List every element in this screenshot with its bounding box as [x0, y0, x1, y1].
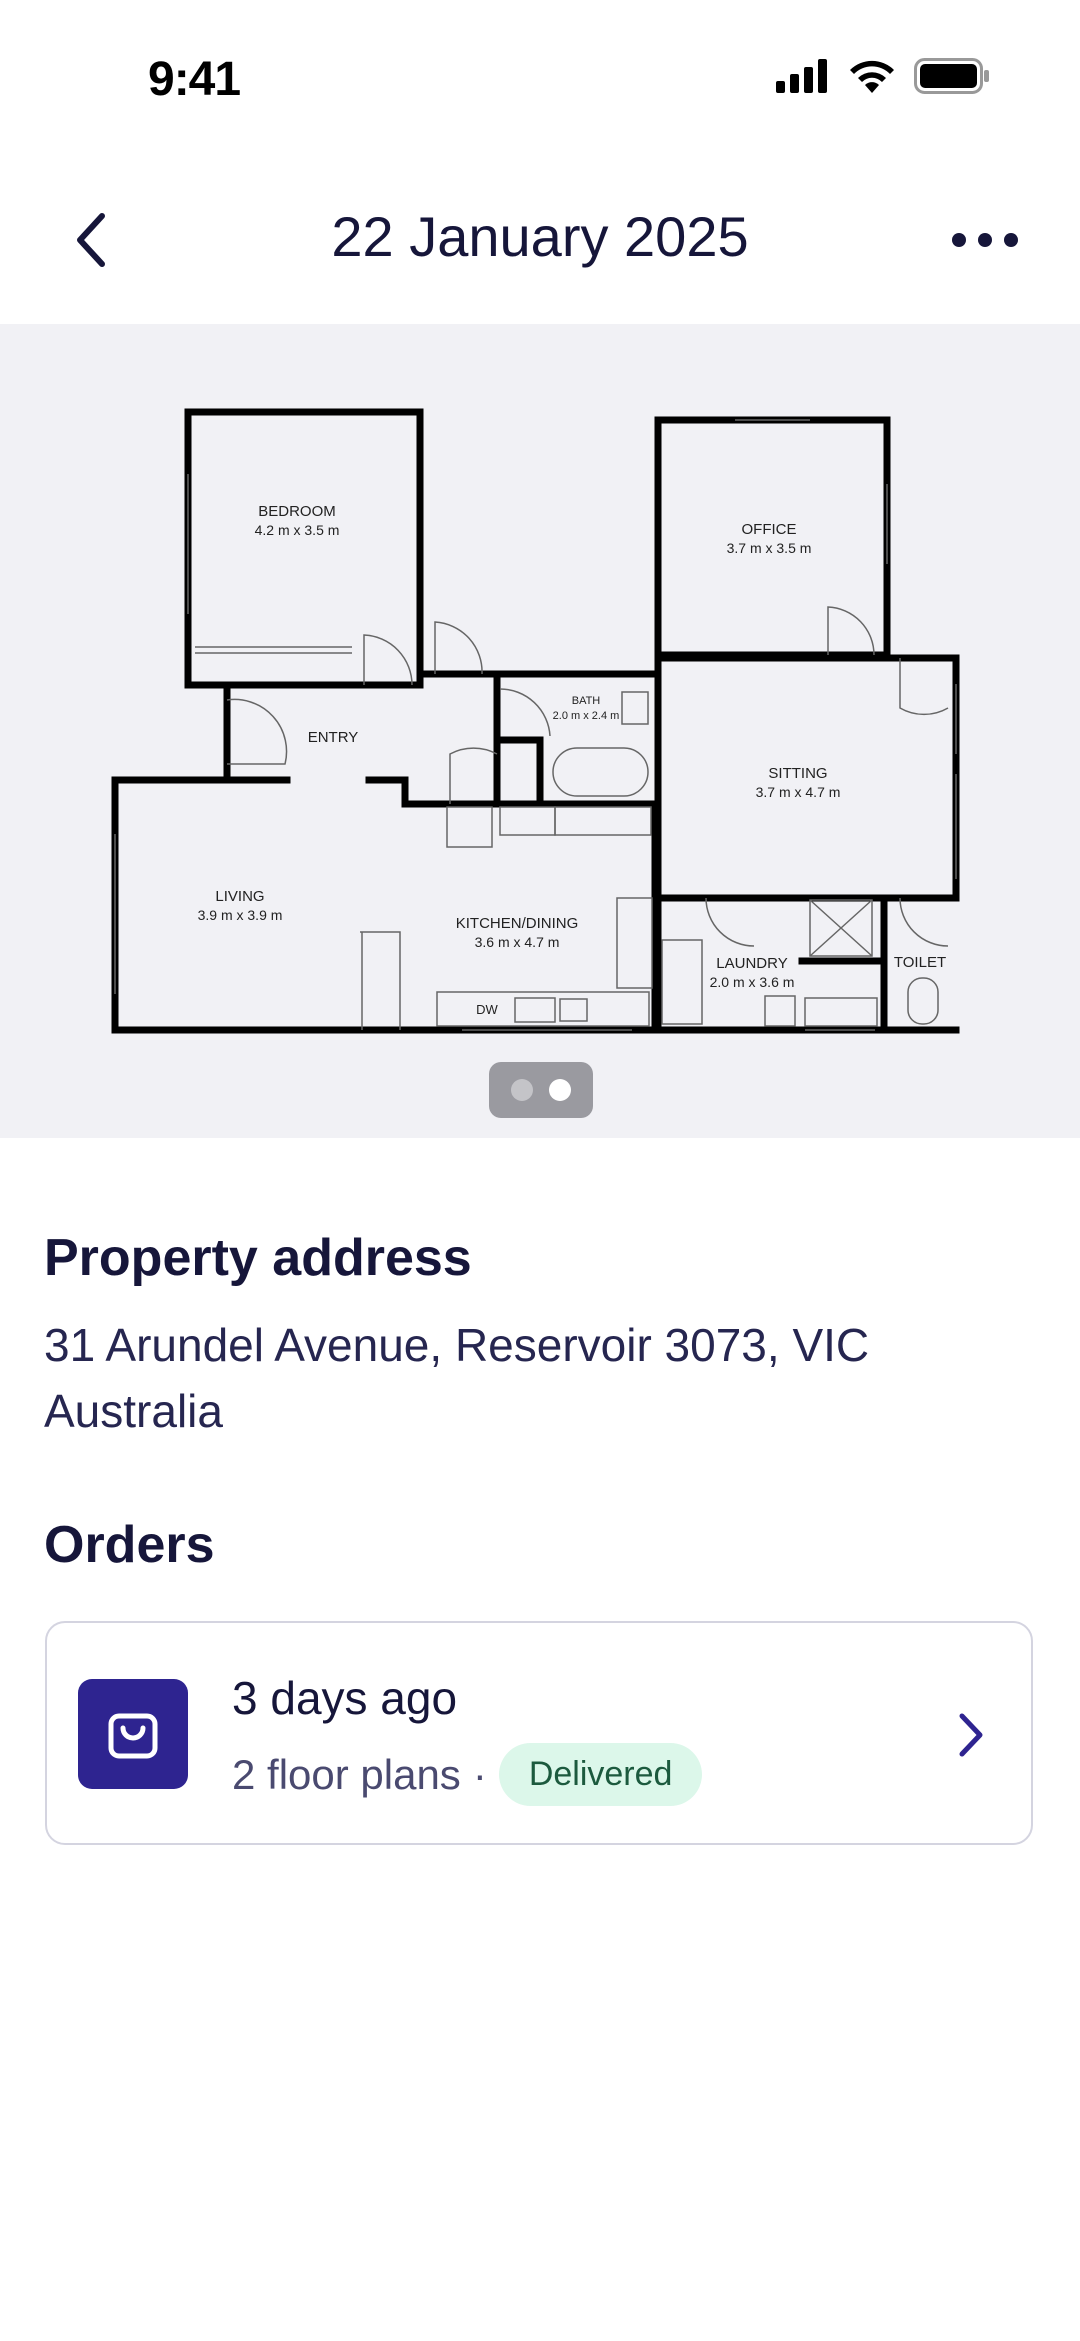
room-size-office: 3.7 m x 3.5 m [727, 540, 812, 556]
room-size-living: 3.9 m x 3.9 m [198, 907, 283, 923]
page-title: 22 January 2025 [331, 205, 749, 268]
room-label-laundry: LAUNDRY [716, 955, 787, 972]
floor-plan-carousel[interactable]: BEDROOM 4.2 m x 3.5 m OFFICE 3.7 m x 3.5… [0, 324, 1080, 1138]
room-label-sitting: SITTING [768, 765, 827, 782]
shopping-bag-icon [108, 1713, 158, 1759]
room-size-bedroom: 4.2 m x 3.5 m [255, 522, 340, 538]
bedroom-walls [184, 408, 424, 689]
room-label-bedroom: BEDROOM [258, 503, 336, 520]
status-badge: Delivered [498, 1743, 703, 1806]
property-address-heading: Property address [44, 1229, 472, 1287]
more-horizontal-icon [952, 233, 1018, 247]
carousel-page-indicator[interactable] [489, 1062, 593, 1118]
more-options-button[interactable] [940, 200, 1030, 280]
room-size-kitchen-dining: 3.6 m x 4.7 m [475, 934, 560, 950]
cellular-signal-icon [776, 59, 827, 93]
status-bar: 9:41 [0, 0, 1080, 160]
navigation-bar: 22 January 2025 [0, 180, 1080, 300]
room-label-office: OFFICE [742, 521, 797, 538]
page-dot-2-active[interactable] [549, 1079, 571, 1101]
chevron-right-icon [959, 1713, 983, 1757]
status-icons [776, 58, 990, 94]
bath-walls [493, 670, 544, 808]
order-date: 3 days ago [232, 1672, 458, 1724]
fixture-label-dw: DW [476, 1002, 498, 1017]
floor-plan-image: BEDROOM 4.2 m x 3.5 m OFFICE 3.7 m x 3.5… [111, 408, 960, 1034]
page-dot-1[interactable] [511, 1079, 533, 1101]
room-label-bath: BATH [572, 695, 601, 707]
wifi-icon [850, 60, 894, 93]
orders-heading: Orders [44, 1516, 215, 1574]
status-time: 9:41 [148, 53, 241, 106]
order-open-button[interactable] [951, 1707, 991, 1763]
room-label-toilet: TOILET [894, 954, 946, 971]
order-card[interactable]: 3 days ago 2 floor plans · Delivered [45, 1621, 1033, 1845]
room-size-laundry: 2.0 m x 3.6 m [710, 974, 795, 990]
corridor-walls [223, 670, 659, 784]
room-size-sitting: 3.7 m x 4.7 m [756, 784, 841, 800]
order-summary: 2 floor plans [232, 1750, 461, 1798]
room-label-entry: ENTRY [308, 729, 359, 746]
room-size-bath: 2.0 m x 2.4 m [553, 710, 620, 722]
property-address: 31 Arundel Avenue, Reservoir 3073, VIC A… [44, 1319, 870, 1437]
battery-icon [914, 58, 989, 94]
order-icon-tile [78, 1679, 188, 1789]
room-label-living: LIVING [215, 888, 264, 905]
room-label-kitchen-dining: KITCHEN/DINING [456, 915, 579, 932]
separator-dot: · [472, 1750, 487, 1798]
order-summary-row: 2 floor plans · Delivered [232, 1743, 703, 1806]
